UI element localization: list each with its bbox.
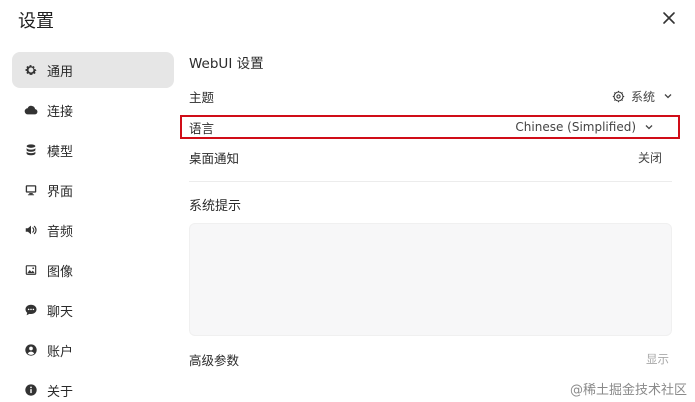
- language-row: 语言 Chinese (Simplified): [180, 115, 680, 139]
- advanced-params-toggle[interactable]: 显示: [646, 351, 669, 367]
- theme-row: 主题 系统: [189, 81, 673, 111]
- sidebar-item-label: 图像: [47, 264, 74, 280]
- settings-modal: 设置 通用 连接 模型 界面 音频 图像 聊天 账户 关于 WebUI 设置 主…: [0, 0, 695, 402]
- sidebar-item-label: 聊天: [47, 304, 74, 320]
- chevron-down-icon: [645, 125, 653, 130]
- gear-icon: [612, 90, 625, 102]
- sidebar-item-images[interactable]: 图像: [12, 252, 174, 288]
- theme-value: 系统: [630, 89, 655, 104]
- sidebar-item-label: 账户: [47, 344, 74, 360]
- section-title: WebUI 设置: [189, 56, 264, 72]
- sidebar-item-audio[interactable]: 音频: [12, 212, 174, 248]
- sidebar-item-interface[interactable]: 界面: [12, 172, 174, 208]
- advanced-params-row: 高级参数 显示: [189, 346, 673, 372]
- language-label: 语言: [189, 120, 215, 136]
- notifications-toggle[interactable]: 关闭: [638, 149, 662, 166]
- system-prompt-textarea[interactable]: [189, 223, 672, 336]
- notifications-row: 桌面通知 关闭: [189, 142, 673, 172]
- user-icon: [24, 343, 38, 357]
- sidebar-item-label: 模型: [47, 144, 74, 160]
- sidebar-item-chat[interactable]: 聊天: [12, 292, 174, 328]
- sidebar-item-connections[interactable]: 连接: [12, 92, 174, 128]
- close-icon[interactable]: [660, 9, 678, 27]
- notifications-label: 桌面通知: [189, 150, 240, 166]
- gear-icon: [24, 63, 38, 77]
- speaker-icon: [24, 223, 38, 237]
- sidebar-item-account[interactable]: 账户: [12, 332, 174, 368]
- modal-title: 设置: [18, 11, 54, 32]
- language-value: Chinese (Simplified): [515, 120, 636, 134]
- cloud-icon: [24, 103, 38, 117]
- settings-sidebar: 通用 连接 模型 界面 音频 图像 聊天 账户 关于: [12, 52, 174, 402]
- sidebar-item-label: 音频: [47, 224, 74, 240]
- watermark: @稀土掘金技术社区: [569, 383, 687, 398]
- chat-bubble-icon: [24, 303, 38, 317]
- theme-select[interactable]: 系统: [612, 88, 673, 105]
- monitor-icon: [24, 183, 38, 197]
- sidebar-item-general[interactable]: 通用: [12, 52, 174, 88]
- sidebar-item-label: 通用: [47, 64, 74, 80]
- sidebar-item-label: 界面: [47, 184, 74, 200]
- advanced-params-label: 高级参数: [189, 352, 240, 368]
- chevron-down-icon: [664, 94, 672, 99]
- sidebar-item-about[interactable]: 关于: [12, 372, 174, 402]
- theme-label: 主题: [189, 89, 215, 105]
- sidebar-item-label: 关于: [47, 384, 74, 400]
- sidebar-item-models[interactable]: 模型: [12, 132, 174, 168]
- info-icon: [24, 383, 38, 397]
- system-prompt-label: 系统提示: [189, 199, 242, 214]
- image-icon: [24, 263, 38, 277]
- database-icon: [24, 143, 38, 157]
- language-select[interactable]: Chinese (Simplified): [515, 120, 654, 134]
- settings-main: WebUI 设置 主题 系统 语言 Chinese (Simplified) 桌…: [180, 52, 680, 372]
- divider: [189, 181, 672, 182]
- sidebar-item-label: 连接: [47, 104, 74, 120]
